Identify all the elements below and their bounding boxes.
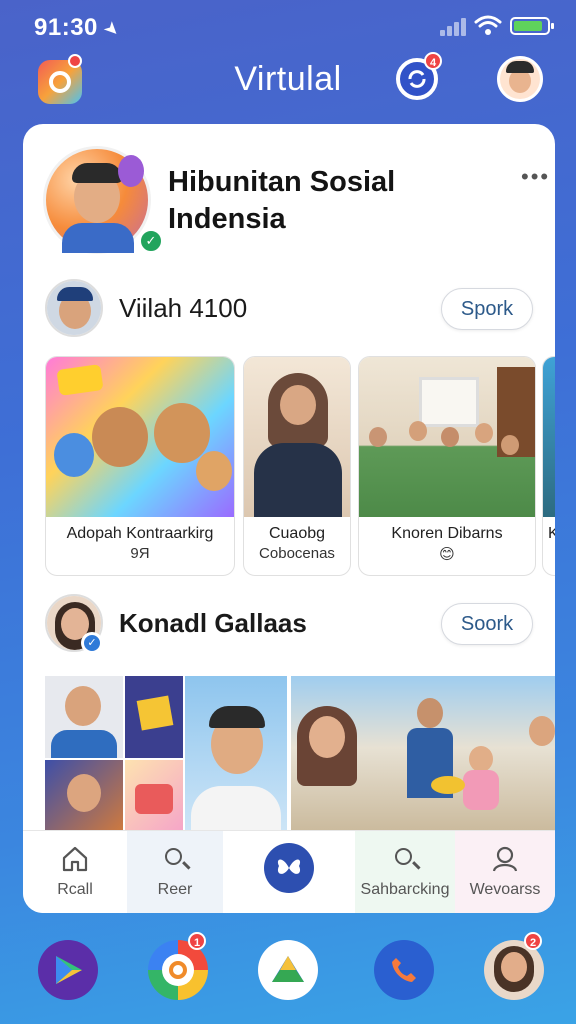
nav-item-home-center[interactable] xyxy=(223,831,355,913)
tile-image xyxy=(244,357,350,517)
tile-caption: Cuaobg xyxy=(268,525,326,542)
carousel-tile[interactable]: K xyxy=(542,356,555,576)
tile-image xyxy=(46,357,234,517)
nav-item-reer[interactable]: Reer xyxy=(127,831,223,913)
photo-thumbnail[interactable] xyxy=(125,760,183,836)
verified-icon: ✓ xyxy=(81,632,103,654)
photo-thumbnail[interactable] xyxy=(185,676,287,836)
member-row: Viilah 4100 Spork xyxy=(45,279,533,341)
messages-badge: 4 xyxy=(424,52,443,70)
carousel-tile[interactable]: Knoren Dibarns 😊 xyxy=(358,356,536,576)
nav-label: Rcall xyxy=(57,881,93,898)
photo-thumbnail[interactable] xyxy=(45,676,123,758)
soork-button[interactable]: Soork xyxy=(441,603,533,645)
location-arrow-icon: ➤ xyxy=(99,16,125,42)
status-bar: 91:30➤ xyxy=(0,0,576,52)
tile-caption: Knoren Dibarns xyxy=(391,525,503,542)
q-app-icon[interactable]: 1 xyxy=(148,932,208,1000)
media-carousel: Adopah Kontraarkirg 9Я Cuaobg Cobocenas xyxy=(45,356,555,578)
nav-label: Sahbarcking xyxy=(360,881,450,898)
group-avatar[interactable] xyxy=(43,146,151,254)
tile-image xyxy=(359,357,535,517)
contact-badge: 2 xyxy=(524,932,543,950)
member-name: Konadl Gallaas xyxy=(119,608,307,638)
tile-caption: K xyxy=(543,523,555,545)
photo-thumbnail[interactable] xyxy=(125,676,183,758)
nav-label: Reer xyxy=(157,881,193,898)
group-title: Hibunitan Sosial Indensia xyxy=(168,166,396,235)
app-dock: 1 2 xyxy=(0,930,576,1020)
photo-thumbnail[interactable] xyxy=(291,676,555,836)
signal-icon xyxy=(440,18,468,36)
nav-label: Wevoarss xyxy=(469,881,541,898)
tile-image xyxy=(543,357,555,517)
q-app-badge: 1 xyxy=(188,932,207,950)
status-time: 91:30➤ xyxy=(34,14,125,42)
reaction-emoji-icon: 😊 xyxy=(439,546,455,563)
search-icon xyxy=(391,845,419,873)
nav-item-wevoarss[interactable]: Wevoarss xyxy=(455,831,555,913)
play-store-icon[interactable] xyxy=(38,940,98,1000)
group-card: ✓ Hibunitan Sosial Indensia ••• Viilah 4… xyxy=(23,124,555,913)
messages-button[interactable]: 4 xyxy=(396,52,443,100)
status-time-text: 91:30 xyxy=(34,14,98,41)
person-icon xyxy=(492,846,518,872)
tile-caption: Adopah Kontraarkirg xyxy=(66,525,214,542)
contact-avatar-icon[interactable]: 2 xyxy=(484,932,544,1000)
app-title: Virtulal xyxy=(234,60,342,98)
battery-icon xyxy=(510,17,554,35)
home-icon xyxy=(62,846,88,872)
nav-item-sahbarcking[interactable]: Sahbarcking xyxy=(355,831,455,913)
nav-item-rcall[interactable]: Rcall xyxy=(23,831,127,913)
member-name: Viilah 4100 xyxy=(119,293,248,323)
more-options-icon[interactable]: ••• xyxy=(521,166,549,188)
bottom-navigation: Rcall Reer Sahbarcking Wevoarss xyxy=(23,830,555,913)
member-avatar[interactable] xyxy=(45,279,103,337)
carousel-tile[interactable]: Cuaobg Cobocenas xyxy=(243,356,351,576)
photo-grid xyxy=(45,676,555,836)
profile-avatar[interactable] xyxy=(497,56,543,102)
group-header: ✓ Hibunitan Sosial Indensia ••• xyxy=(43,146,548,258)
spork-button[interactable]: Spork xyxy=(441,288,533,330)
carousel-tile[interactable]: Adopah Kontraarkirg 9Я xyxy=(45,356,235,576)
wifi-icon xyxy=(474,15,502,35)
tile-subcaption: Cobocenas xyxy=(259,545,335,562)
photo-thumbnail[interactable] xyxy=(45,760,123,836)
butterfly-icon xyxy=(264,843,314,893)
phone-icon[interactable] xyxy=(374,940,434,1000)
app-header: Virtulal 4 xyxy=(0,52,576,122)
drive-icon[interactable] xyxy=(258,940,318,1000)
member-row: ✓ Konadl Gallaas Soork xyxy=(45,594,533,656)
tile-subcaption: 9Я xyxy=(130,545,150,562)
verified-icon: ✓ xyxy=(138,228,164,254)
sync-icon xyxy=(408,70,426,88)
search-icon xyxy=(161,845,189,873)
